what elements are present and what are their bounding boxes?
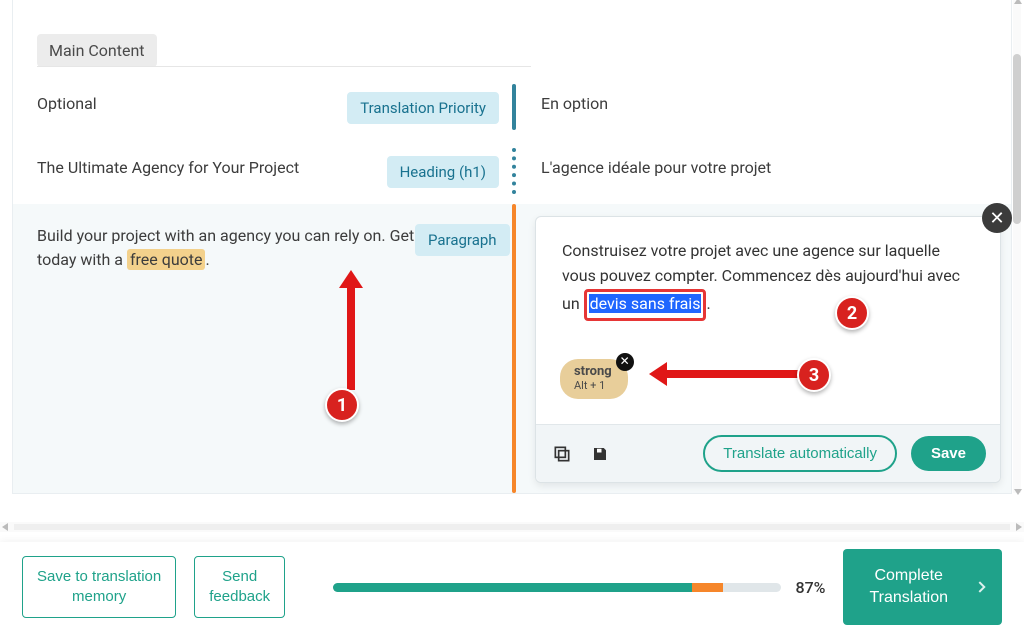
active-row-separator — [512, 204, 516, 493]
progress-bar — [333, 583, 781, 592]
annotation-marker-1: 1 — [325, 388, 359, 422]
label-line1: Complete — [874, 567, 942, 584]
source-pre: Build your project with an agency you ca… — [37, 226, 469, 269]
horizontal-scrollbar[interactable] — [0, 522, 1024, 532]
editor-toolbar: Translate automatically Save — [536, 424, 1000, 482]
type-tag-heading[interactable]: Heading (h1) — [387, 156, 499, 188]
target-post: . — [706, 294, 710, 313]
section-label: Main Content — [37, 34, 157, 67]
copy-source-button[interactable] — [550, 442, 574, 466]
annotation-marker-3: 3 — [797, 358, 831, 392]
formatting-tag-pill[interactable]: strong Alt + 1 ✕ — [560, 359, 628, 399]
scroll-right-icon — [1016, 523, 1022, 531]
remove-tag-button[interactable]: ✕ — [616, 353, 634, 371]
label-line2: memory — [72, 588, 126, 605]
progress-wrap: 87% — [333, 578, 825, 597]
target-editor: ✕ Construisez votre projet avec une agen… — [535, 216, 1001, 483]
save-button[interactable]: Save — [911, 436, 986, 471]
annotation-arrow-3 — [649, 362, 799, 386]
label-line1: Send — [222, 568, 257, 585]
scroll-thumb[interactable] — [1013, 54, 1021, 224]
vertical-scrollbar[interactable] — [1013, 0, 1021, 493]
close-editor-button[interactable]: ✕ — [982, 203, 1012, 233]
annotation-arrow-1 — [339, 270, 363, 390]
scroll-up-icon — [1014, 0, 1022, 4]
save-icon — [591, 445, 609, 463]
label-line2: feedback — [209, 588, 270, 605]
row-separator-solid — [512, 84, 516, 130]
translate-automatically-button[interactable]: Translate automatically — [703, 435, 897, 472]
progress-fill-green — [333, 583, 692, 592]
tag-shortcut: Alt + 1 — [574, 380, 612, 393]
close-icon: ✕ — [989, 208, 1004, 229]
scroll-track — [14, 524, 1010, 530]
source-post: . — [205, 250, 209, 269]
type-tag-paragraph[interactable]: Paragraph — [415, 224, 510, 256]
scroll-down-icon — [1014, 489, 1022, 495]
selected-text: devis sans frais — [589, 294, 702, 313]
target-textarea[interactable]: Construisez votre projet avec une agence… — [536, 217, 1000, 333]
progress-percent: 87% — [795, 578, 825, 597]
copy-icon — [552, 444, 572, 464]
section-chip: Main Content — [37, 34, 157, 67]
chevron-down-icon — [974, 581, 985, 592]
source-highlight-strong: free quote — [127, 249, 206, 270]
target-text: En option — [541, 92, 987, 116]
footer-bar: Save to translation memory Send feedback… — [0, 542, 1024, 632]
send-feedback-button[interactable]: Send feedback — [194, 556, 285, 619]
type-tag-priority[interactable]: Translation Priority — [347, 92, 499, 124]
save-disk-button[interactable] — [588, 442, 612, 466]
progress-fill-orange — [692, 583, 723, 592]
target-text: L'agence idéale pour votre projet — [541, 156, 987, 180]
complete-translation-button[interactable]: Complete Translation — [843, 549, 1002, 624]
divider — [37, 66, 531, 67]
save-to-tm-button[interactable]: Save to translation memory — [22, 556, 176, 619]
annotation-marker-2: 2 — [835, 296, 869, 330]
translation-editor-panel: Main Content Optional Translation Priori… — [12, 0, 1012, 494]
tag-name: strong — [574, 365, 612, 380]
label-line1: Save to translation — [37, 568, 161, 585]
selection-box: devis sans frais — [584, 289, 707, 322]
row-separator-dotted — [512, 148, 516, 194]
scroll-left-icon — [2, 523, 8, 531]
label-line2: Translation — [869, 589, 948, 606]
